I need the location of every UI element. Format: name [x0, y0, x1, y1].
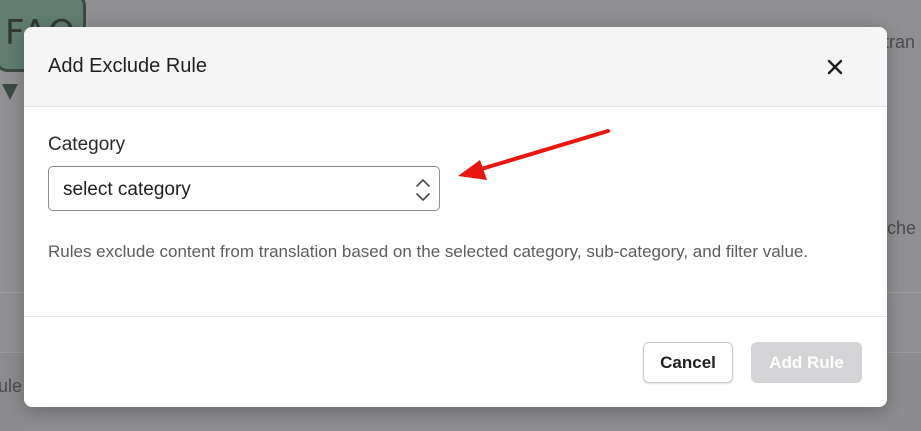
background-text-fragment: ule — [0, 376, 23, 396]
close-button[interactable] — [822, 54, 848, 80]
background-text-fragment: tran — [884, 32, 916, 52]
add-exclude-rule-dialog: Add Exclude Rule Category select categor… — [24, 27, 887, 407]
cancel-button[interactable]: Cancel — [643, 342, 733, 383]
close-icon — [827, 59, 843, 75]
category-select-value: select category — [63, 179, 191, 200]
category-select[interactable]: select category — [48, 166, 440, 211]
dialog-title: Add Exclude Rule — [48, 55, 207, 77]
chevron-up-down-icon — [416, 179, 430, 201]
category-label: Category — [48, 134, 126, 155]
background-text-fragment: tche — [882, 218, 917, 238]
add-rule-button[interactable]: Add Rule — [751, 342, 862, 383]
rule-help-text: Rules exclude content from translation b… — [48, 242, 809, 261]
dialog-header: Add Exclude Rule — [24, 27, 887, 107]
faq-logo-tail — [2, 84, 18, 100]
footer-divider — [24, 316, 887, 317]
